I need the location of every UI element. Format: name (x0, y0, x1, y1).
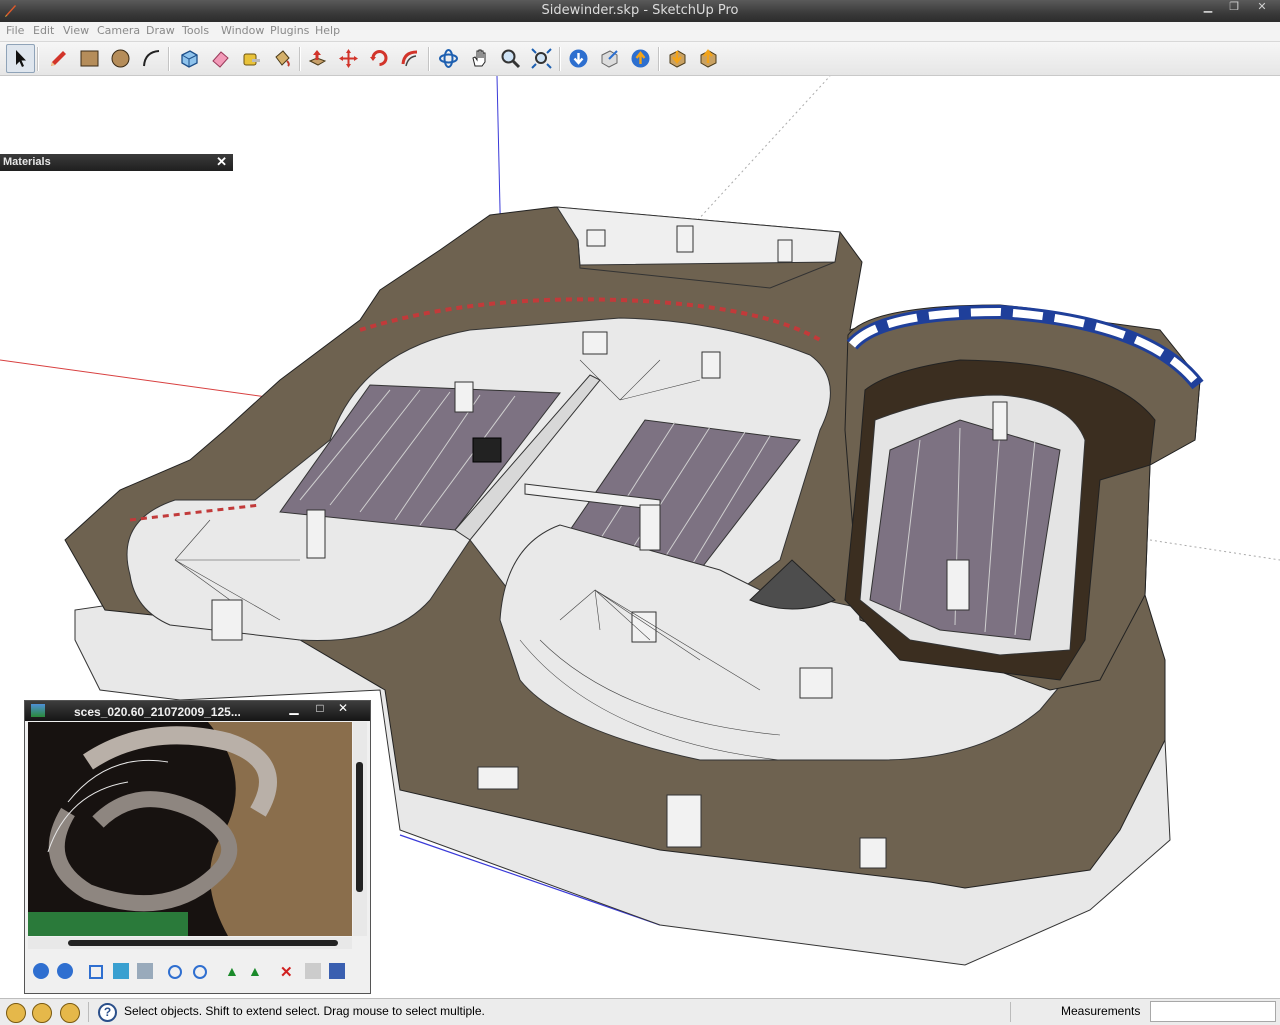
geolocation-icon[interactable] (6, 1003, 26, 1023)
rotate-counterclockwise-icon[interactable]: ▲ (248, 963, 264, 979)
title-bar: Sidewinder.skp - SketchUp Pro ▁ ❐ ✕ (0, 0, 1280, 22)
measurements-label: Measurements (1061, 1004, 1141, 1018)
tape-measure-button[interactable] (238, 45, 265, 72)
materials-title: Materials (3, 156, 51, 168)
best-fit-icon[interactable] (89, 965, 103, 979)
help-icon[interactable]: ? (98, 1003, 117, 1022)
menu-bar: File Edit View Camera Draw Tools Window … (0, 22, 1280, 42)
menu-plugins[interactable]: Plugins (270, 24, 309, 37)
select-arrow-icon (16, 50, 26, 67)
make-component-button[interactable] (176, 45, 203, 72)
image-viewer-window[interactable]: sces_020.60_21072009_125... ▁ □ ✕ ▲ ▲ ✕ (24, 700, 371, 994)
share-component-icon (631, 49, 650, 68)
viewer-maximize-button[interactable]: □ (311, 701, 329, 715)
make-component-icon (181, 50, 198, 68)
push-pull-button[interactable] (304, 45, 331, 72)
image-icon (31, 704, 45, 717)
push-pull-icon (308, 50, 327, 66)
credits-icon[interactable] (32, 1003, 52, 1023)
rotate-clockwise-icon[interactable]: ▲ (225, 963, 241, 979)
share-model-icon (601, 50, 618, 68)
race-car[interactable] (472, 437, 502, 463)
menu-window[interactable]: Window (221, 24, 264, 37)
rectangle-icon (80, 50, 99, 67)
paint-bucket-button[interactable] (269, 45, 296, 72)
export-icon (700, 49, 717, 68)
circle-icon (111, 49, 130, 68)
menu-tools[interactable]: Tools (182, 24, 209, 37)
get-models-icon (569, 49, 588, 68)
window-title: Sidewinder.skp - SketchUp Pro (541, 3, 739, 18)
viewer-image (28, 722, 352, 936)
previous-image-icon[interactable] (33, 963, 49, 979)
pan-hand-icon (472, 49, 486, 67)
zoom-in-icon[interactable] (168, 965, 182, 979)
zoom-tool-button[interactable] (497, 45, 524, 72)
menu-camera[interactable]: Camera (97, 24, 140, 37)
move-icon (339, 49, 358, 68)
close-button[interactable]: ✕ (1250, 0, 1274, 15)
viewer-close-button[interactable]: ✕ (334, 701, 352, 715)
maximize-button[interactable]: ❐ (1222, 0, 1246, 15)
zoom-extents-button[interactable] (528, 45, 555, 72)
save-icon[interactable] (329, 963, 345, 979)
main-toolbar (0, 42, 1280, 76)
viewer-horizontal-scrollbar[interactable] (28, 937, 352, 949)
arc-tool-button[interactable] (138, 45, 165, 72)
paint-bucket-icon (275, 50, 290, 67)
next-image-icon[interactable] (57, 963, 73, 979)
minimize-button[interactable]: ▁ (1196, 0, 1220, 15)
line-tool-button[interactable] (45, 45, 72, 72)
orbit-icon (439, 49, 458, 68)
follow-me-button[interactable] (397, 45, 424, 72)
rectangle-tool-button[interactable] (76, 45, 103, 72)
rotate-tool-button[interactable] (366, 45, 393, 72)
delete-icon[interactable]: ✕ (280, 963, 296, 981)
menu-draw[interactable]: Draw (146, 24, 175, 37)
rotate-icon (370, 50, 388, 66)
arc-icon (143, 50, 160, 67)
share-model-button[interactable] (596, 45, 623, 72)
zoom-extents-icon (531, 48, 552, 69)
viewer-title: sces_020.60_21072009_125... (74, 705, 241, 719)
pan-tool-button[interactable] (466, 45, 493, 72)
sign-in-icon[interactable] (60, 1003, 80, 1023)
follow-me-icon (401, 50, 418, 67)
select-tool-button[interactable] (6, 44, 35, 73)
zoom-icon (501, 49, 521, 69)
viewer-vertical-scrollbar[interactable] (353, 722, 367, 936)
get-photo-texture-icon (669, 50, 686, 68)
measurements-input[interactable] (1150, 1001, 1276, 1022)
status-message: Select objects. Shift to extend select. … (124, 1004, 485, 1018)
share-component-button[interactable] (627, 45, 654, 72)
print-icon[interactable] (305, 963, 321, 979)
slideshow-icon[interactable] (137, 963, 153, 979)
materials-panel[interactable]: Materials ✕ (0, 154, 233, 171)
viewer-toolbar: ▲ ▲ ✕ (25, 955, 370, 985)
menu-view[interactable]: View (63, 24, 89, 37)
viewer-title-bar: sces_020.60_21072009_125... ▁ □ ✕ (25, 701, 370, 721)
orbit-tool-button[interactable] (435, 45, 462, 72)
export-button[interactable] (695, 45, 722, 72)
menu-help[interactable]: Help (315, 24, 340, 37)
get-photo-texture-button[interactable] (664, 45, 691, 72)
zoom-out-icon[interactable] (193, 965, 207, 979)
viewer-minimize-button[interactable]: ▁ (285, 701, 303, 715)
status-bar: ? Select objects. Shift to extend select… (0, 998, 1280, 1025)
red-axis-dotted (1149, 539, 1280, 561)
menu-file[interactable]: File (6, 24, 24, 37)
menu-edit[interactable]: Edit (33, 24, 54, 37)
get-models-button[interactable] (565, 45, 592, 72)
tape-measure-icon (243, 53, 260, 66)
eraser-tool-button[interactable] (207, 45, 234, 72)
eraser-icon (212, 51, 229, 68)
close-icon[interactable]: ✕ (216, 154, 227, 170)
circle-tool-button[interactable] (107, 45, 134, 72)
pencil-line-icon (51, 51, 66, 66)
move-tool-button[interactable] (335, 45, 362, 72)
actual-size-icon[interactable] (113, 963, 129, 979)
